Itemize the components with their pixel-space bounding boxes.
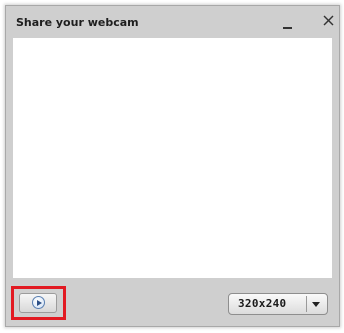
dialog-title: Share your webcam [16, 16, 139, 29]
chevron-down-icon[interactable] [312, 302, 320, 307]
close-icon[interactable] [319, 11, 339, 31]
minimize-icon[interactable] [278, 11, 298, 31]
dropdown-divider [306, 296, 307, 312]
webcam-preview-area [13, 38, 332, 278]
controls-bar: 320x240 [6, 278, 339, 326]
resolution-dropdown[interactable]: 320x240 [228, 293, 328, 315]
play-icon [32, 296, 45, 309]
play-button[interactable] [19, 293, 57, 313]
dialog-titlebar: Share your webcam [6, 6, 339, 38]
webcam-dialog: Share your webcam 320x240 [5, 5, 340, 327]
resolution-value: 320x240 [238, 297, 287, 310]
play-button-highlight [11, 286, 66, 320]
